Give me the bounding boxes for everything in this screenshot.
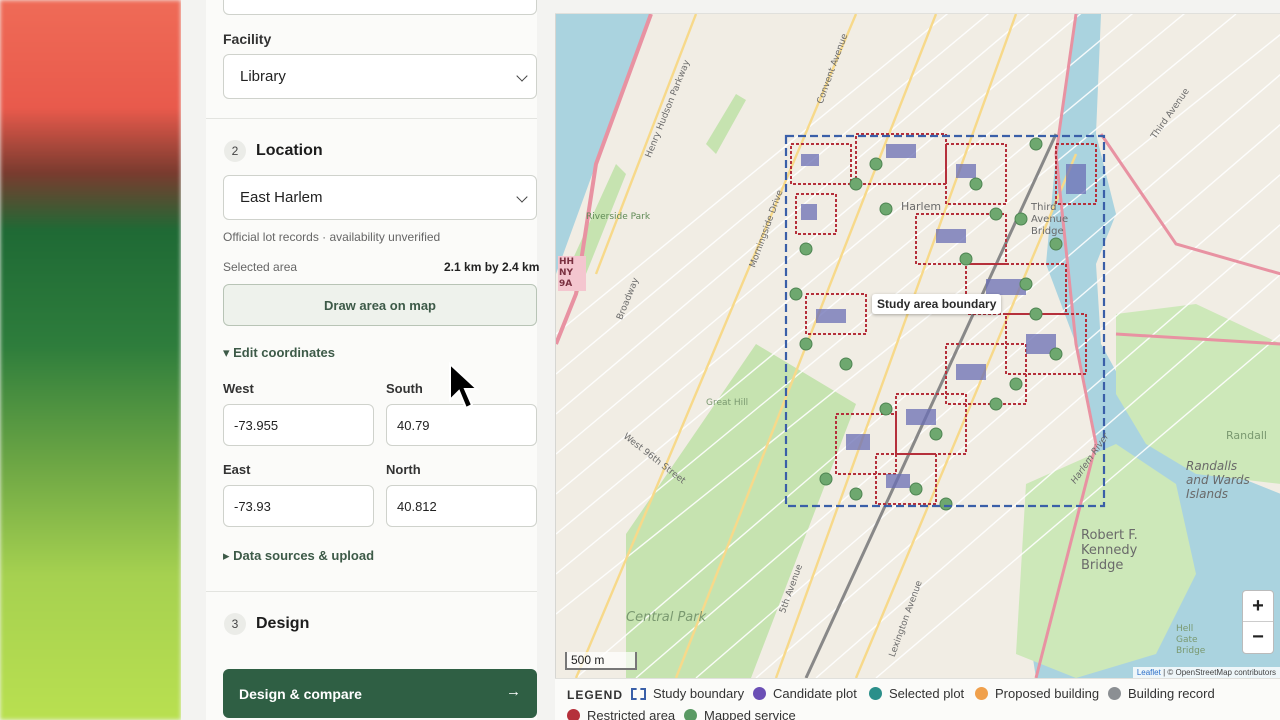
chevron-down-icon — [516, 69, 528, 82]
divider — [206, 118, 537, 119]
map-label-harlem: Harlem — [901, 200, 942, 213]
map-canvas[interactable]: Harlem Third Avenue Bridge Randalls and … — [555, 14, 1280, 678]
location-value: East Harlem — [240, 189, 323, 206]
step-number-2: 2 — [224, 140, 246, 162]
dot-icon — [684, 709, 697, 720]
west-label: West — [223, 381, 254, 396]
facility-select[interactable]: Library — [223, 54, 537, 99]
mouse-pointer-icon — [449, 362, 479, 410]
zoom-in-button[interactable]: + — [1243, 591, 1273, 622]
legend-item-building-record: Building record — [1108, 686, 1215, 701]
legend-label: Selected plot — [889, 686, 965, 701]
study-area-boundary-tooltip: Study area boundary — [872, 294, 1002, 314]
blurred-backdrop — [0, 0, 181, 720]
dot-icon — [753, 687, 766, 700]
data-sources-toggle[interactable]: ▸ Data sources & upload — [223, 548, 374, 564]
records-note: Official lot records · availability unve… — [223, 230, 441, 244]
east-label: East — [223, 462, 251, 477]
legend-label: Restricted area — [587, 708, 676, 720]
legend-item-candidate-plot: Candidate plot — [753, 686, 857, 701]
legend-title: LEGEND — [567, 688, 624, 702]
legend-label: Candidate plot — [773, 686, 857, 701]
facility-label: Facility — [223, 31, 272, 47]
map-label-randalls-wards: Randalls and Wards Islands — [1186, 459, 1250, 501]
legend-label: Building record — [1128, 686, 1215, 701]
facility-value: Library — [240, 68, 286, 85]
north-input[interactable]: 40.812 — [386, 485, 537, 527]
location-select[interactable]: East Harlem — [223, 175, 537, 220]
legend-item-selected-plot: Selected plot — [869, 686, 964, 701]
step-number-3: 3 — [224, 613, 246, 635]
design-compare-button[interactable]: Design & compare → — [223, 669, 537, 718]
map-label-great-hill: Great Hill — [706, 398, 749, 408]
dot-icon — [1108, 687, 1121, 700]
legend-label: Study boundary — [653, 686, 745, 701]
divider — [206, 591, 537, 592]
osm-attribution[interactable]: | © OpenStreetMap contributors — [1161, 668, 1276, 677]
map-label-rfk-bridge: Robert F. Kennedy Bridge — [1081, 528, 1138, 573]
map-label-third-avenue-bridge: Third Avenue Bridge — [1031, 202, 1069, 237]
map-label-randall: Randall — [1226, 429, 1267, 442]
draw-area-button[interactable]: Draw area on map — [223, 284, 537, 326]
design-title: Design — [256, 615, 310, 632]
leaflet-link[interactable]: Leaflet — [1137, 668, 1161, 677]
selected-area-value: 2.1 km by 2.4 km — [444, 260, 540, 274]
arrow-right-icon: → — [506, 683, 521, 700]
east-input[interactable]: -73.93 — [223, 485, 374, 527]
edit-coordinates-toggle[interactable]: ▾ Edit coordinates — [223, 345, 335, 361]
west-input[interactable]: -73.955 — [223, 404, 374, 446]
dashed-square-icon — [631, 687, 646, 700]
map-legend: LEGEND Study boundary Candidate plot Sel… — [555, 678, 1280, 720]
legend-label: Mapped service — [704, 708, 796, 720]
scale-bar: 500 m — [565, 652, 637, 670]
top-field[interactable] — [223, 0, 537, 15]
legend-item-mapped-service: Mapped service — [684, 708, 796, 720]
map-toolbar — [555, 0, 1280, 14]
dot-icon — [975, 687, 988, 700]
dot-icon — [567, 709, 580, 720]
legend-item-proposed-building: Proposed building — [975, 686, 1099, 701]
design-compare-label: Design & compare — [239, 685, 362, 702]
south-label: South — [386, 381, 423, 396]
legend-item-study-boundary: Study boundary — [631, 686, 744, 701]
map-label-central-park: Central Park — [626, 610, 707, 625]
planning-panel: Facility Library 2 Location East Harlem … — [181, 0, 555, 720]
map-attribution: Leaflet | © OpenStreetMap contributors — [1132, 667, 1280, 678]
chevron-down-icon — [516, 190, 528, 203]
north-label: North — [386, 462, 421, 477]
map-label-riverside: Riverside Park — [586, 212, 651, 222]
legend-item-restricted-area: Restricted area — [567, 708, 675, 720]
map-label-hell-gate: Hell Gate Bridge — [1176, 624, 1206, 656]
zoom-control: + − — [1242, 590, 1274, 654]
legend-label: Proposed building — [995, 686, 1100, 701]
zoom-out-button[interactable]: − — [1243, 622, 1273, 653]
dot-icon — [869, 687, 882, 700]
map-label-route-shield: HH NY 9A — [558, 256, 586, 291]
selected-area-label: Selected area — [223, 260, 298, 274]
location-title: Location — [256, 142, 323, 159]
